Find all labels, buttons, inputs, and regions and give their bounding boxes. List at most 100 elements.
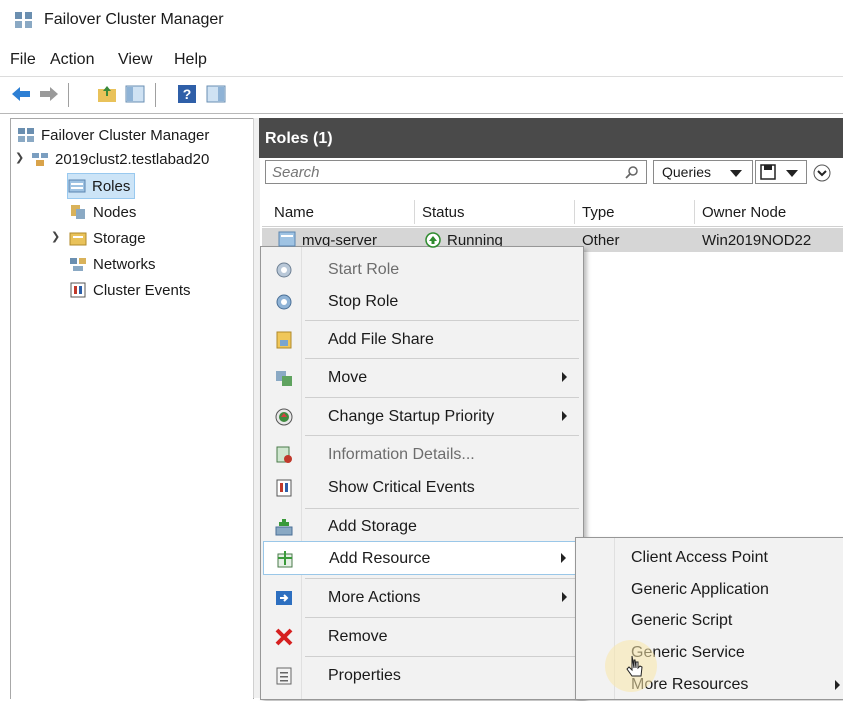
menu-item-add-file-share[interactable]: Add File Share [263,323,579,357]
dropdown-arrow-icon [786,170,798,177]
tree-item-roles[interactable]: Roles [67,173,136,199]
tree-item-networks[interactable]: Networks [69,252,156,276]
tree-item-cluster-events[interactable]: Cluster Events [69,278,191,302]
tree-item-label: Cluster Events [93,281,191,299]
menu-separator [305,656,579,657]
menu-separator [305,320,579,321]
expand-collapse-icon[interactable] [813,164,831,182]
column-divider[interactable] [694,200,695,224]
menu-item-more-actions[interactable]: More Actions [263,581,579,615]
expand-chevron-icon[interactable]: ❯ [51,230,60,243]
tree-item-label: Storage [93,229,146,247]
window-title: Failover Cluster Manager [44,11,224,28]
menu-view[interactable]: View [118,51,152,69]
submenu-item-generic-script[interactable]: Generic Script [576,605,843,637]
search-bar: Queries [265,158,843,188]
roles-pane-title: Roles (1) [265,130,333,147]
pane-splitter[interactable] [253,118,260,698]
help-icon[interactable]: ? [176,83,198,105]
tree-cluster-label: 2019clust2.testlabad20 [55,150,210,168]
menu-item-add-resource[interactable]: Add Resource [263,541,579,575]
menu-item-label: More Actions [328,589,421,606]
roles-pane-header: Roles (1) [259,118,843,158]
storage-icon [69,232,87,246]
column-divider[interactable] [574,200,575,224]
remove-icon [275,628,293,646]
svg-text:?: ? [183,86,192,102]
add-storage-icon [275,519,293,536]
menu-file[interactable]: File [10,51,36,69]
menu-item-information-details[interactable]: Information Details... [263,438,579,472]
start-role-icon [276,262,292,278]
tree-cluster[interactable]: 2019clust2.testlabad20 [31,147,209,171]
queries-label: Queries [662,164,712,180]
menu-item-stop-role[interactable]: Stop Role [263,285,579,319]
menu-item-properties[interactable]: Properties [263,659,579,693]
forward-arrow-icon[interactable] [38,83,60,105]
cluster-events-icon [70,282,86,298]
menu-separator [305,397,579,398]
column-header-status[interactable]: Status [422,204,465,221]
show-hide-tree-icon[interactable] [124,83,146,105]
search-icon[interactable] [625,165,639,179]
cluster-manager-icon [15,12,32,28]
menu-item-remove[interactable]: Remove [263,620,579,654]
toolbar-separator [68,83,69,107]
menu-separator [305,617,579,618]
menu-item-label: Change Startup Priority [328,408,495,425]
roles-icon [68,179,86,193]
column-header-type[interactable]: Type [582,204,615,221]
menu-separator [305,578,579,579]
menu-item-label: Move [328,369,368,386]
menu-action[interactable]: Action [50,51,94,69]
column-header-owner-node[interactable]: Owner Node [702,204,786,221]
queries-button[interactable]: Queries [653,160,753,184]
submenu-arrow-icon [835,680,840,690]
menu-item-add-storage[interactable]: Add Storage [263,510,579,544]
menu-item-label: Information Details... [328,446,475,463]
running-status-icon [425,232,441,248]
tree-root[interactable]: Failover Cluster Manager [17,123,209,147]
submenu-item-client-access-point[interactable]: Client Access Point [576,542,843,574]
menu-item-change-startup-priority[interactable]: Change Startup Priority [263,400,579,434]
toolbar: ? [0,77,843,114]
submenu-item-label: Generic Script [631,612,733,629]
menu-item-start-role[interactable]: Start Role [263,253,579,287]
context-menu: Start Role Stop Role Add File Share Move… [260,246,584,700]
submenu-arrow-icon [562,592,567,602]
submenu-item-label: Client Access Point [631,549,768,566]
stop-role-icon [276,294,292,310]
menu-item-show-critical-events[interactable]: Show Critical Events [263,471,579,505]
expand-chevron-icon[interactable]: ❯ [15,151,24,164]
menu-separator [305,358,579,359]
menu-item-move[interactable]: Move [263,361,579,395]
menu-item-label: Stop Role [328,293,399,310]
menu-separator [305,508,579,509]
mouse-cursor-icon [626,655,643,677]
menu-item-label: Start Role [328,261,400,278]
save-query-button[interactable] [755,160,807,184]
cell-owner-node: Win2019NOD22 [702,232,812,249]
menu-help[interactable]: Help [174,51,207,69]
column-divider[interactable] [414,200,415,224]
show-hide-action-pane-icon[interactable] [205,83,227,105]
submenu-arrow-icon [562,411,567,421]
dropdown-arrow-icon [730,170,742,177]
menu-item-label: Show Critical Events [328,479,475,496]
up-folder-icon[interactable] [96,83,118,105]
menu-item-label: Add Storage [328,518,417,535]
tree-item-label: Networks [93,255,156,273]
search-input[interactable] [265,160,647,184]
back-arrow-icon[interactable] [10,83,32,105]
tree-item-nodes[interactable]: Nodes [69,200,136,224]
submenu-arrow-icon [561,553,566,563]
roles-grid-header: Name Status Type Owner Node [262,198,843,227]
cluster-icon [32,153,48,166]
more-actions-icon [276,591,292,605]
tree-root-label: Failover Cluster Manager [41,126,210,144]
submenu-item-generic-application[interactable]: Generic Application [576,574,843,606]
cell-type: Other [582,232,620,249]
critical-events-icon [276,479,292,497]
column-header-name[interactable]: Name [274,204,314,221]
tree-item-storage[interactable]: Storage [69,226,146,250]
